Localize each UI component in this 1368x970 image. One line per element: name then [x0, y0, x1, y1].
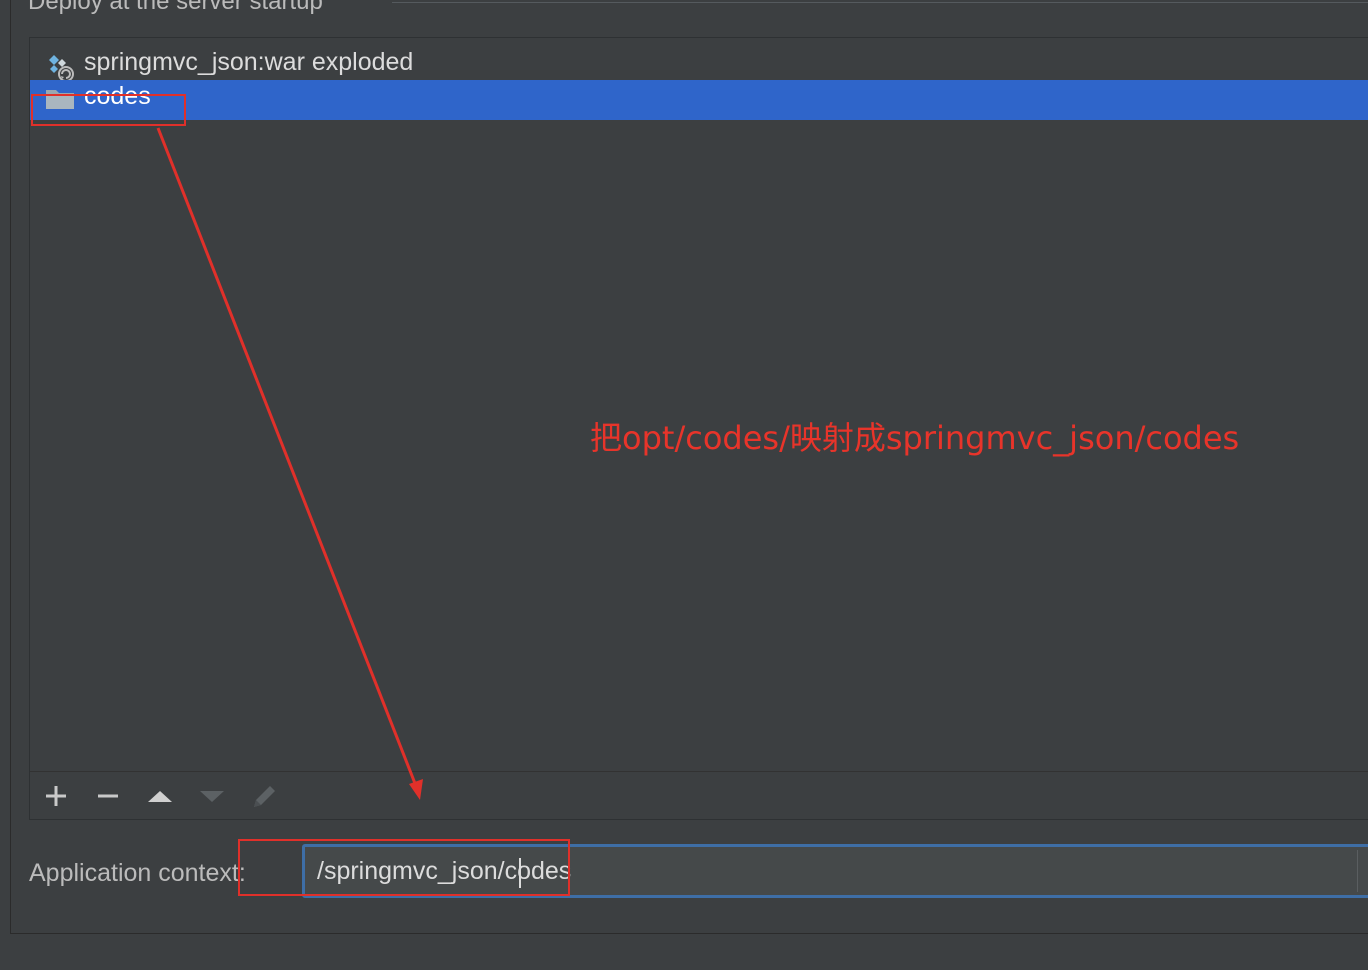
move-down-button[interactable] [194, 780, 230, 812]
move-up-button[interactable] [142, 780, 178, 812]
remove-button[interactable] [90, 780, 126, 812]
move-down-icon [200, 791, 224, 802]
add-button[interactable] [38, 780, 74, 812]
add-icon [46, 786, 66, 806]
remove-icon [98, 794, 118, 798]
annotation-box-context [238, 839, 570, 896]
group-separator [392, 2, 1368, 3]
edit-button[interactable] [247, 780, 283, 812]
list-item-war-exploded[interactable]: springmvc_json:war exploded [30, 42, 1368, 82]
input-divider [1357, 850, 1358, 892]
annotation-text: 把opt/codes/映射成springmvc_json/codes [590, 419, 1240, 457]
artifact-war-exploded-icon [45, 50, 77, 82]
list-item-label: springmvc_json:war exploded [84, 48, 414, 76]
list-item-codes[interactable]: codes [30, 80, 1368, 120]
list-toolbar [30, 771, 1368, 819]
annotation-box-codes [31, 94, 186, 126]
edit-icon [254, 786, 275, 807]
move-up-icon [148, 791, 172, 802]
application-context-label: Application context: [29, 859, 246, 887]
deploy-group-title: Deploy at the server startup [28, 0, 323, 15]
